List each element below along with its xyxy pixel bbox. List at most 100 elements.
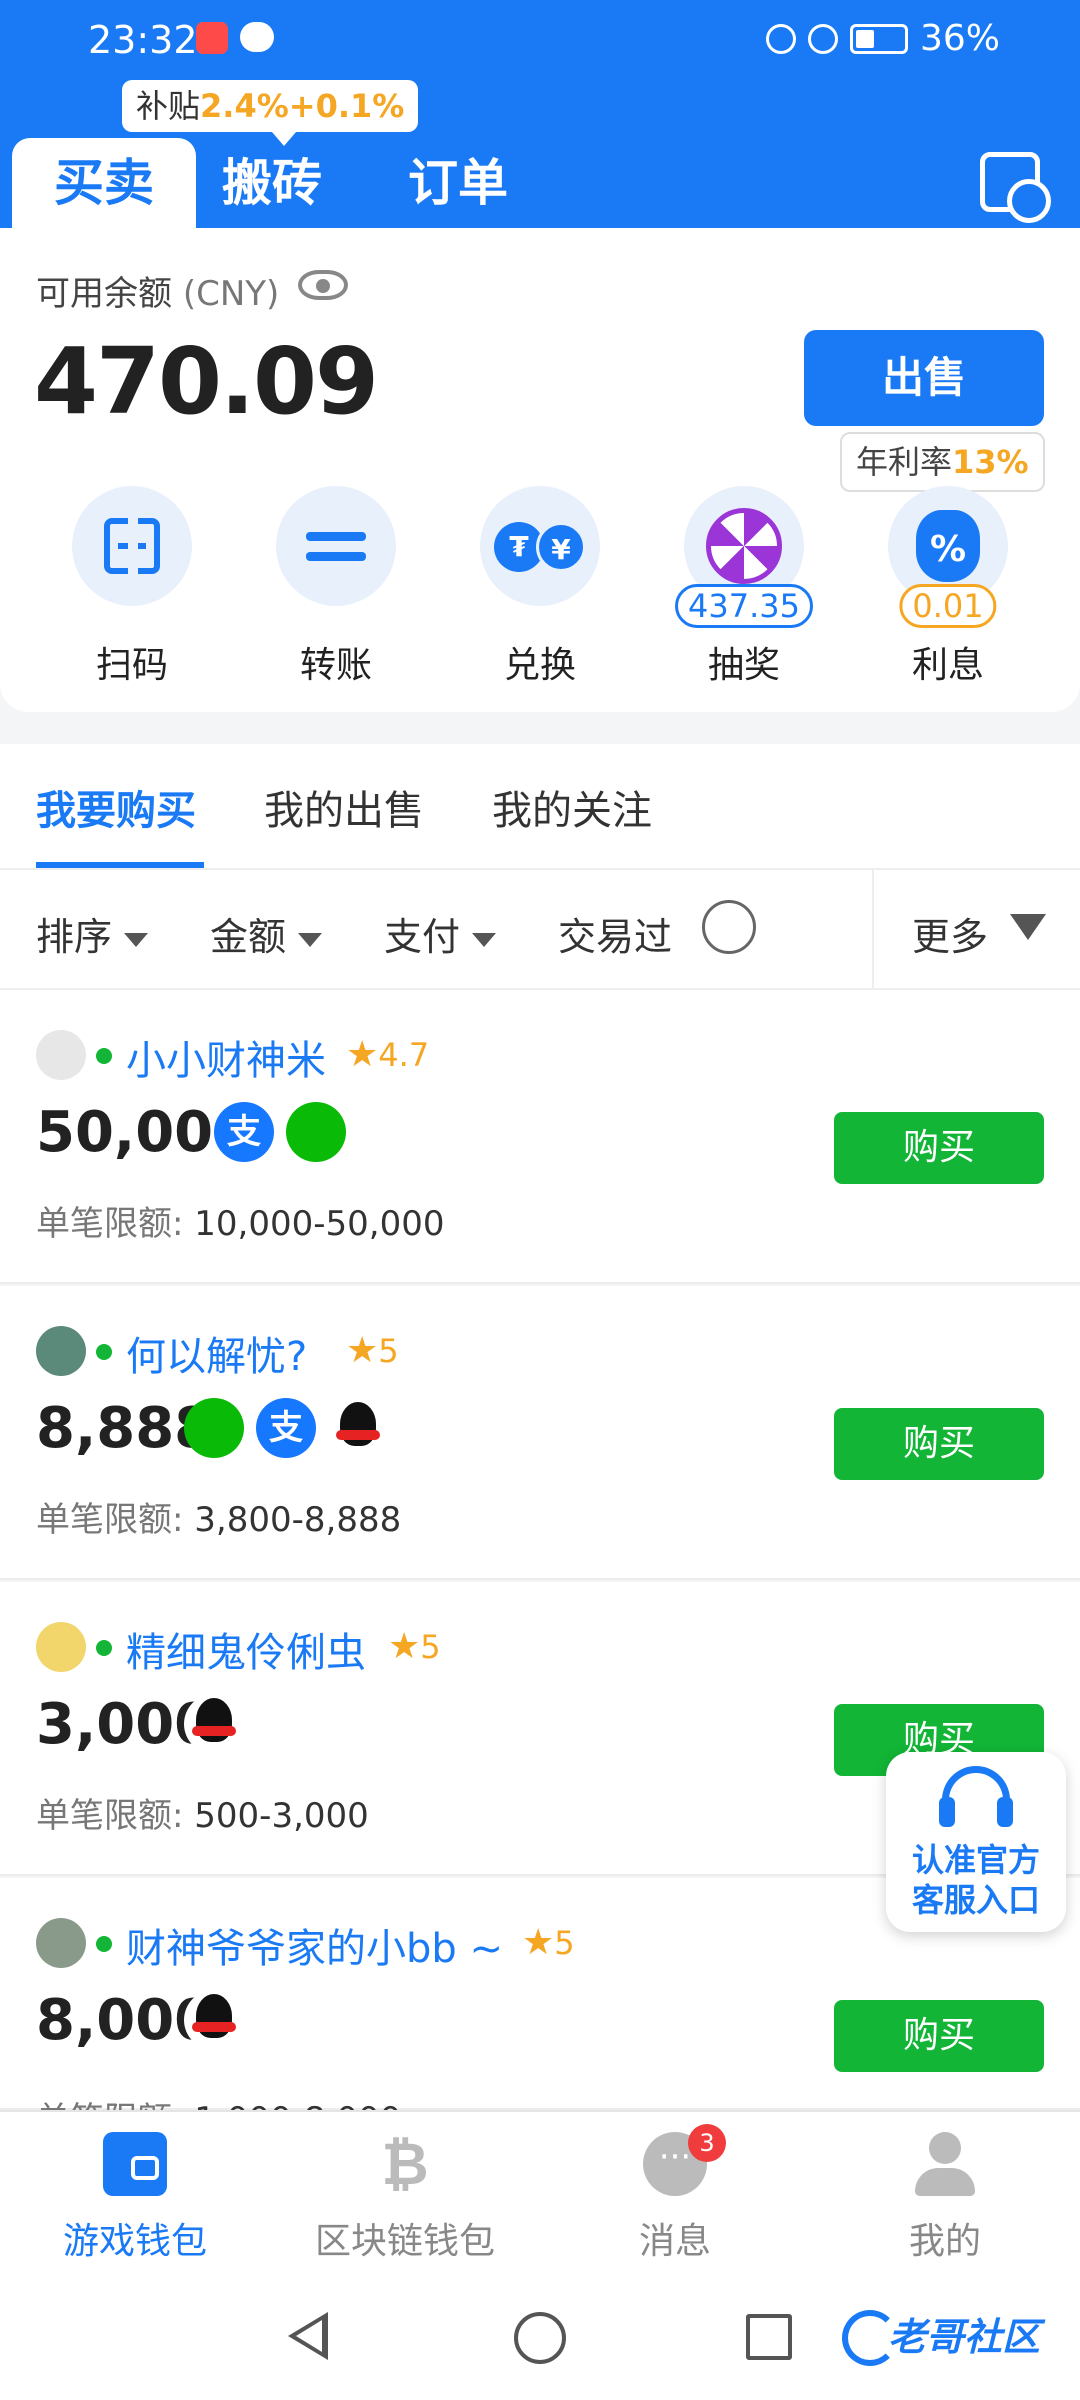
nav-game-wallet-label: 游戏钱包 [62,2221,207,2262]
annual-rate-label: 年利率 [856,443,953,481]
nav-profile[interactable]: 我的 [810,2112,1080,2278]
customer-service-button[interactable]: 认准官方 客服入口 [886,1752,1066,1932]
buy-button[interactable]: 购买 [834,1112,1044,1184]
tab-arbitrage[interactable]: 搬砖 [222,138,322,228]
tab-trade[interactable]: 买卖 [12,138,196,228]
seller-rating: ★5 [346,1330,399,1371]
payment-methods: 支 [184,1398,388,1458]
qq-icon [184,1694,244,1754]
avatar[interactable] [36,1030,86,1080]
balance-label: 可用余额 (CNY) [36,266,279,315]
action-scan[interactable]: 扫码 [52,486,212,688]
back-icon[interactable] [288,2312,328,2360]
balance-amount: 470.09 [34,328,379,435]
tab-buy[interactable]: 我要购买 [36,778,196,836]
seller-name[interactable]: 何以解忧? [126,1324,307,1382]
customer-service-line1: 认准官方 [911,1841,1040,1879]
app-notification-icon [196,22,228,54]
tab-orders[interactable]: 订单 [408,138,508,228]
rating-value: 4.7 [378,1036,430,1074]
nav-blockchain-wallet[interactable]: ₿ 区块链钱包 [270,2112,540,2278]
subsidy-label: 补贴 [136,87,201,125]
online-status-dot [96,1048,112,1064]
active-tab-underline [36,862,204,868]
rating-value: 5 [420,1628,441,1666]
traded-checkbox[interactable] [702,900,756,954]
online-status-dot [96,1640,112,1656]
lottery-wheel-icon [706,508,782,584]
buy-button[interactable]: 购买 [834,1408,1044,1480]
balance-label-text: 可用余额 [36,274,172,314]
chevron-down-icon [472,932,497,947]
user-icon [913,2132,977,2196]
watermark-logo: 老哥社区 [842,2302,1064,2370]
seller-rating: ★5 [388,1626,441,1667]
order-history-icon[interactable] [980,152,1051,223]
tab-my-sales[interactable]: 我的出售 [264,778,424,836]
chevron-down-icon [124,932,149,947]
filter-sort-label: 排序 [36,915,113,959]
action-transfer[interactable]: 转账 [256,486,416,688]
interest-balance-pill: 0.01 [899,584,997,628]
single-limit: 单笔限额: 500-3,000 [36,1788,369,1837]
seller-name[interactable]: 小小财神米 [126,1028,326,1086]
qq-icon [184,1990,244,2050]
funnel-icon[interactable] [1010,914,1046,940]
payment-methods: 支 [214,1102,346,1162]
limit-label: 单笔限额: [36,1796,184,1836]
transfer-icon [306,516,366,576]
avatar[interactable] [36,1918,86,1968]
filter-amount[interactable]: 金额 [210,906,323,961]
nav-blockchain-wallet-label: 区块链钱包 [314,2221,495,2262]
seller-name[interactable]: 精细鬼伶俐虫 [126,1620,366,1678]
market-tabs: 我要购买 我的出售 我的关注 [0,744,1080,870]
annual-rate-tooltip: 年利率13% [840,432,1045,492]
listing-item: 小小财神米 ★4.7 50,000 支 单笔限额: 10,000-50,000 … [0,990,1080,1284]
message-notification-icon [240,22,274,52]
chevron-down-icon [298,932,323,947]
limit-value: 500-3,000 [194,1796,369,1836]
listing-item: 何以解忧? ★5 8,888 支 单笔限额: 3,800-8,888 购买 [0,1286,1080,1580]
wifi-icon [807,23,838,54]
avatar[interactable] [36,1326,86,1376]
action-interest-circle: % 0.01 [888,486,1008,628]
single-limit: 单笔限额: 10,000-50,000 [36,1196,444,1245]
subsidy-value: 2.4%+0.1% [200,87,405,125]
filter-bar: 排序 金额 支付 交易过 更多 [0,870,1080,990]
action-interest[interactable]: % 0.01 利息 [868,486,1028,688]
recent-apps-icon[interactable] [746,2314,792,2360]
nav-messages-label: 消息 [638,2221,711,2262]
eye-icon[interactable] [298,270,348,300]
balance-card: 可用余额 (CNY) 470.09 出售 年利率13% 扫码 转账 ₮ ¥ 兑换 [0,228,1080,712]
seller-name[interactable]: 财神爷爷家的小bb ~ [126,1916,503,1974]
action-exchange-circle: ₮ ¥ [480,486,600,606]
customer-service-line2: 客服入口 [911,1881,1040,1919]
online-status-dot [96,1936,112,1952]
tab-following[interactable]: 我的关注 [492,778,652,836]
more-filters-button[interactable]: 更多 [912,906,988,961]
wallet-icon [103,2132,167,2196]
interest-bag-icon: % [916,510,980,582]
action-scan-circle [72,486,192,606]
battery-percent: 36% [919,18,1000,59]
star-icon: ★ [346,1330,379,1371]
filter-payment[interactable]: 支付 [384,906,497,961]
nav-messages[interactable]: 3 消息 [540,2112,810,2278]
top-tabs: 买卖 搬砖 订单 [0,138,1080,228]
headset-icon [939,1766,1013,1827]
buy-button[interactable]: 购买 [834,2000,1044,2072]
avatar[interactable] [36,1622,86,1672]
annual-rate-value: 13% [952,443,1029,481]
limit-label: 单笔限额: [36,1500,184,1540]
home-icon[interactable] [514,2312,566,2364]
limit-value: 10,000-50,000 [194,1204,445,1244]
action-transfer-label: 转账 [299,645,372,686]
wechat-pay-icon [286,1102,346,1162]
action-exchange[interactable]: ₮ ¥ 兑换 [460,486,620,688]
action-exchange-label: 兑换 [503,645,576,686]
lottery-balance-pill: 437.35 [675,584,813,628]
filter-sort[interactable]: 排序 [36,906,149,961]
sell-button[interactable]: 出售 [804,330,1044,426]
action-lottery[interactable]: 437.35 抽奖 [664,486,824,688]
nav-game-wallet[interactable]: 游戏钱包 [0,2112,270,2278]
